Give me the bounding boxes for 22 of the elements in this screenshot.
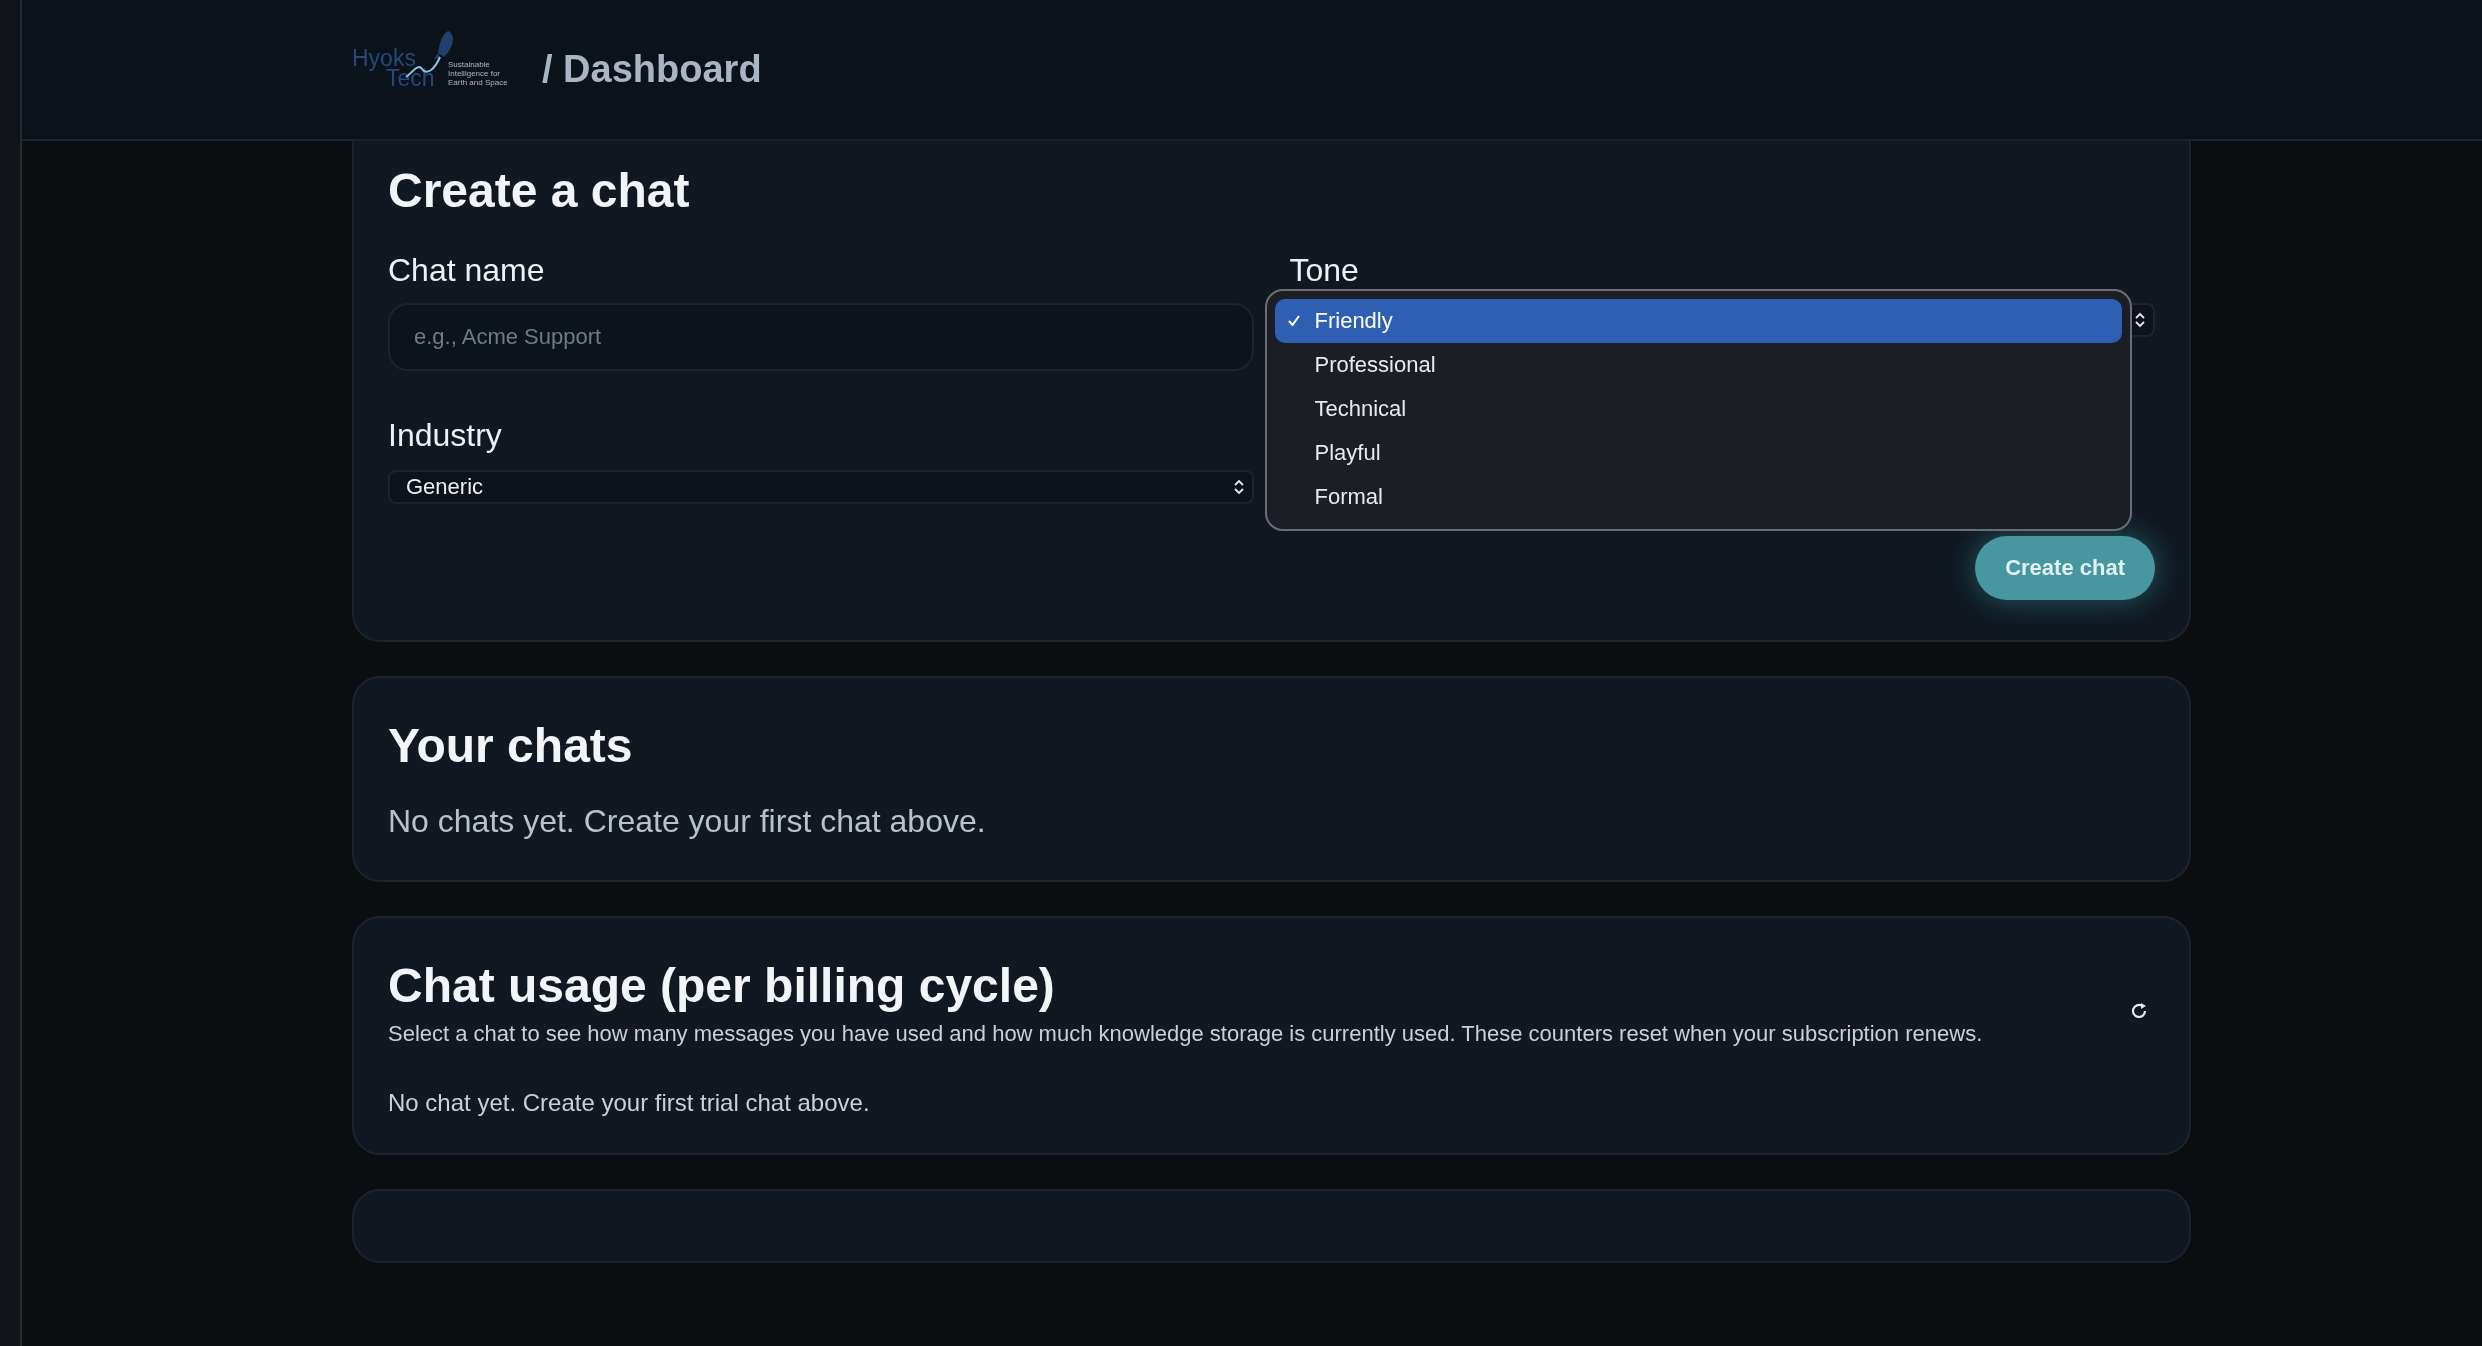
field-label: Chat name xyxy=(388,252,546,289)
description-text: Select a chat to see how many messages you have used and how much knowledge storage is currently used. These counters reset when your subscription renews. xyxy=(388,1021,1984,1047)
dropdown-option[interactable]: Formal xyxy=(1274,475,2122,519)
dropdown-option[interactable]: Professional xyxy=(1274,343,2122,387)
industry-select[interactable]: Generic xyxy=(388,470,1254,504)
field-label: Tone xyxy=(1289,252,1360,289)
chat-name-field[interactable]: e.g., Acme Support xyxy=(388,303,1254,371)
refresh-icon[interactable] xyxy=(2129,1000,2149,1021)
empty-message: No chats yet. Create your first chat above. xyxy=(388,803,987,840)
chevron-icon xyxy=(2135,312,2145,328)
page-title: / Dashboard xyxy=(542,48,762,91)
card-title: Chat usage (per billing cycle) xyxy=(388,958,1056,1013)
card-title: Create a chat xyxy=(388,163,691,218)
card-title: Your chats xyxy=(388,718,634,773)
field-label: Industry xyxy=(388,417,503,454)
dropdown-option[interactable]: Playful xyxy=(1274,431,2122,475)
logo-tagline: Sustainable Intelligence for Earth and Space xyxy=(448,60,509,87)
chevron-icon xyxy=(1233,479,1244,495)
dropdown-option[interactable]: Technical xyxy=(1274,387,2122,431)
empty-message: No chat yet. Create your first trial chat above. xyxy=(388,1089,871,1117)
dropdown-option[interactable]: Friendly xyxy=(1274,299,2122,343)
checkmark-icon xyxy=(1286,314,1301,328)
